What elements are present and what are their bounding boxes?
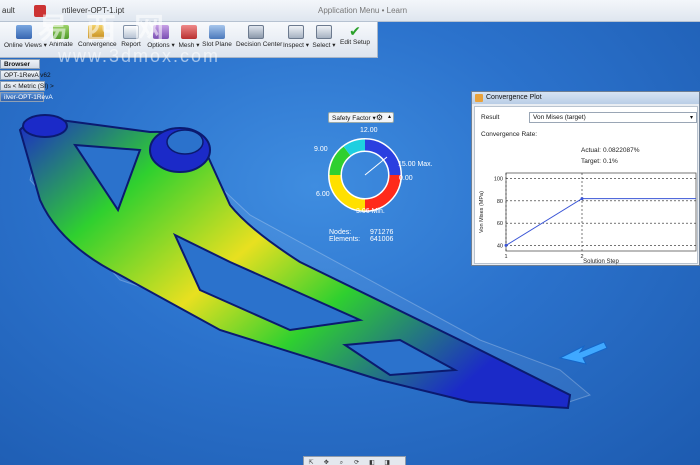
inspect-button[interactable]: Inspect ▾ [282, 24, 310, 56]
y-tick-label: 60 [497, 221, 503, 227]
convergence-chart: 4060801001 2 Solution Step Von Mises (MPa… [479, 172, 697, 265]
load-arrow-icon [558, 341, 608, 365]
browser-row[interactable]: OPT-1RevA v62 [0, 70, 51, 80]
browser-row[interactable]: ds < Metric (SI) > [0, 81, 54, 91]
safety-factor-dropdown[interactable]: Safety Factor ▾ ⚙ ▴ [328, 112, 394, 123]
orbit-icon[interactable]: ✥ [321, 460, 331, 465]
elements-label: Elements: [329, 236, 361, 243]
actual-label: Actual: [581, 147, 601, 154]
nodes-label: Nodes: [329, 229, 352, 236]
rotate-icon[interactable]: ⟳ [352, 460, 362, 465]
inspect-icon [288, 25, 304, 39]
convergence-plot-window: Convergence Plot Result Von Mises (targe… [471, 91, 700, 266]
title-left-text: ault [2, 6, 15, 15]
title-right-text: Application Menu • Learn [318, 6, 408, 15]
convergence-title-bar[interactable]: Convergence Plot [472, 92, 699, 104]
view-left-icon[interactable]: ◧ [367, 460, 377, 465]
target-label: Target: [581, 158, 601, 165]
navigation-bar: ⇱ ✥ ⌕ ⟳ ◧ ◨ ■ [303, 456, 406, 465]
decision-center-button[interactable]: Decision Center [236, 24, 282, 56]
chevron-down-icon[interactable]: ▴ [388, 113, 391, 120]
convergence-body: Result Von Mises (target) ▾ Convergence … [474, 106, 698, 265]
legend-tick-0: 0.00 [399, 175, 413, 182]
nodes-value: 971276 [370, 229, 394, 236]
gear-icon[interactable]: ⚙ [376, 113, 383, 122]
mesh-icon [181, 25, 197, 39]
watermark-url: www.3dmox.com [58, 46, 221, 66]
y-tick-label: 40 [497, 243, 503, 249]
legend-tick-max: 15.00 Max. [398, 161, 433, 168]
decision-center-icon [248, 25, 264, 39]
legend-tick-min: 3.06 Min. [356, 208, 385, 215]
x-tick-label: 1 [504, 254, 507, 260]
legend-tick-9: 9.00 [314, 146, 328, 153]
edit-setup-button[interactable]: ✔ Edit Setup [338, 24, 372, 56]
window-icon [475, 94, 483, 102]
x-axis-label: Solution Step [583, 259, 619, 265]
zoom-icon[interactable]: ⌕ [336, 460, 346, 465]
data-point [504, 243, 508, 247]
y-tick-label: 80 [497, 199, 503, 205]
views-icon [16, 25, 32, 39]
checkmark-icon: ✔ [349, 23, 361, 39]
actual-value: 0.0822087% [603, 147, 640, 154]
y-axis-label: Von Mises (MPa) [479, 191, 485, 233]
safety-factor-ring [328, 138, 402, 212]
window-title: Convergence Plot [486, 94, 542, 101]
watermark-logo: 易西网 [38, 12, 182, 47]
legend-tick-12: 12.00 [360, 127, 378, 134]
result-label: Result [481, 114, 500, 121]
target-value: 0.1% [603, 158, 618, 165]
slot-plane-icon [209, 25, 225, 39]
view-right-icon[interactable]: ◨ [382, 460, 392, 465]
browser-header[interactable]: Browser [0, 59, 40, 69]
legend-tick-6: 6.00 [316, 191, 330, 198]
result-select[interactable]: Von Mises (target) ▾ [529, 112, 697, 123]
y-tick-label: 100 [494, 177, 503, 183]
browser-row-selected[interactable]: ilver-OPT-1RevA [0, 92, 53, 102]
pan-icon[interactable]: ⇱ [306, 460, 316, 465]
elements-value: 641006 [370, 236, 394, 243]
rate-label: Convergence Rate: [481, 131, 538, 138]
chevron-down-icon[interactable]: ▾ [690, 114, 693, 121]
select-button[interactable]: Select ▾ [312, 24, 336, 56]
select-icon [316, 25, 332, 39]
data-point [580, 197, 584, 201]
